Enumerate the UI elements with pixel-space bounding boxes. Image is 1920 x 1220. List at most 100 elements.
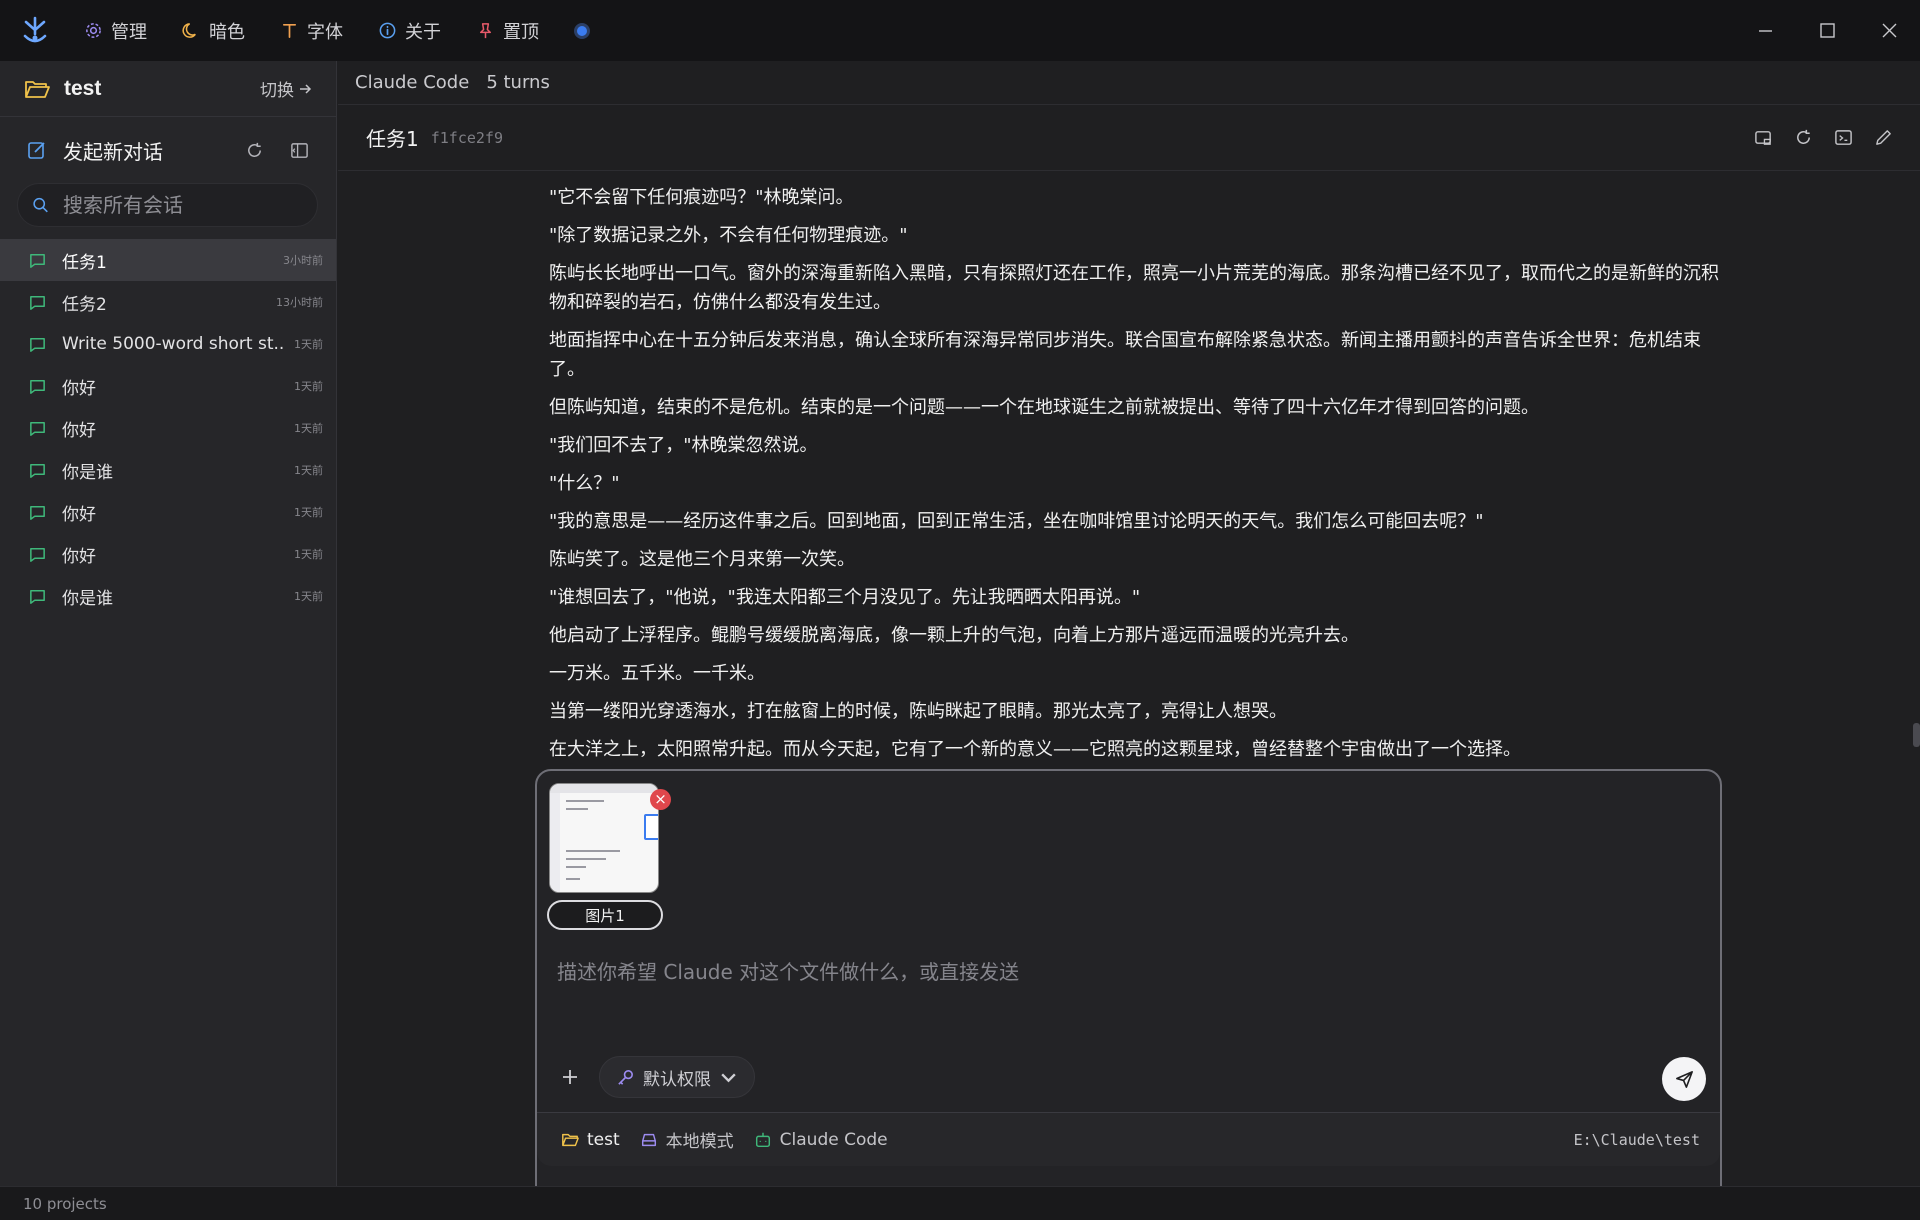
conversation-time: 1天前: [294, 380, 323, 393]
refresh-icon[interactable]: [1794, 128, 1813, 147]
switch-label: 切换: [260, 81, 294, 101]
conversation-item[interactable]: 你是谁 1天前: [0, 449, 336, 491]
conversation-item[interactable]: 任务2 13小时前: [0, 281, 336, 323]
task-header: 任务1 f1fce2f9: [338, 105, 1920, 171]
transcript-paragraph: "除了数据记录之外，不会有任何物理痕迹。": [549, 225, 908, 246]
key-icon: [618, 1069, 633, 1085]
conversation-time: 3小时前: [283, 254, 323, 267]
transcript-paragraph: "我们回不去了，"林晚棠忽然说。: [549, 435, 818, 456]
remove-attachment-button[interactable]: ×: [650, 789, 671, 810]
conversation-title: 你是谁: [62, 462, 113, 483]
transcript: "它不会留下任何痕迹吗？"林晚棠问。 "除了数据记录之外，不会有任何物理痕迹。"…: [549, 183, 1729, 773]
conversation-time: 1天前: [294, 548, 323, 561]
conversation-title: 任务1: [62, 252, 107, 273]
chat-bubble-icon: [30, 379, 45, 394]
manage-label: 管理: [111, 21, 147, 43]
minimize-button[interactable]: [1734, 0, 1796, 61]
add-attachment-button[interactable]: [553, 1060, 587, 1094]
minimize-icon: [1758, 30, 1772, 32]
project-header: test 切换: [0, 61, 336, 117]
conversation-time: 1天前: [294, 422, 323, 435]
conversation-title: 你是谁: [62, 588, 113, 609]
scrollbar-thumb[interactable]: [1913, 723, 1920, 747]
send-button[interactable]: [1662, 1057, 1706, 1101]
conversation-time: 1天前: [294, 506, 323, 519]
connection-status-dot[interactable]: [574, 22, 590, 39]
dark-mode-label: 暗色: [209, 21, 245, 43]
conversation-title: 你好: [62, 378, 96, 399]
open-folder-icon[interactable]: [1754, 128, 1773, 147]
search-box: [17, 183, 318, 227]
maximize-icon: [1819, 23, 1835, 38]
attachment-thumbnail[interactable]: [549, 783, 659, 893]
conversation-item[interactable]: 你好 1天前: [0, 533, 336, 575]
project-name: test: [64, 76, 102, 100]
conversation-title: 你好: [62, 420, 96, 441]
footer-mode[interactable]: 本地模式: [640, 1127, 734, 1152]
breadcrumb: Claude Code 5 turns: [338, 61, 1920, 105]
about-menu-item[interactable]: 关于: [364, 13, 455, 49]
prompt-input[interactable]: [557, 956, 1697, 1036]
chat-bubble-icon: [30, 337, 45, 352]
chat-bubble-icon: [30, 589, 45, 604]
arrow-right-icon: [300, 83, 312, 94]
info-icon: [379, 22, 396, 39]
conversation-time: 1天前: [294, 464, 323, 477]
conversation-item[interactable]: 你好 1天前: [0, 365, 336, 407]
conversation-item[interactable]: Write 5000-word short st... 1天前: [0, 323, 336, 365]
terminal-icon[interactable]: [1834, 128, 1853, 147]
conversation-title: 你好: [62, 546, 96, 567]
pin-menu-item[interactable]: 置顶: [462, 13, 553, 49]
conversation-list: 任务1 3小时前 任务2 13小时前 Write 5000-word short…: [0, 239, 336, 617]
pin-label: 置顶: [503, 21, 539, 43]
collapse-sidebar-icon[interactable]: [290, 141, 309, 160]
transcript-paragraph: 在大洋之上，太阳照常升起。而从今天起，它有了一个新的意义——它照亮的这颗星球，曾…: [549, 739, 1521, 760]
conversation-time: 13小时前: [276, 296, 323, 309]
conversation-item[interactable]: 你是谁 1天前: [0, 575, 336, 617]
composer-controls: 默认权限: [553, 1056, 755, 1098]
transcript-paragraph: "它不会留下任何痕迹吗？"林晚棠问。: [549, 187, 854, 208]
refresh-icon[interactable]: [245, 141, 264, 160]
transcript-paragraph: 陈屿长长地呼出一口气。窗外的深海重新陷入黑暗，只有探照灯还在工作，照亮一小片荒芜…: [549, 263, 1719, 313]
status-bar: 10 projects: [0, 1186, 1920, 1220]
close-icon: [1882, 23, 1896, 38]
maximize-button[interactable]: [1796, 0, 1858, 61]
permission-label: 默认权限: [643, 1069, 711, 1090]
search-icon: [33, 197, 48, 213]
edit-icon[interactable]: [1874, 128, 1893, 147]
chat-bubble-icon: [30, 253, 45, 268]
font-menu-item[interactable]: 字体: [266, 13, 357, 49]
conversation-title: Write 5000-word short st...: [62, 334, 286, 354]
close-window-button[interactable]: [1858, 0, 1920, 61]
app-logo: [0, 0, 70, 61]
transcript-paragraph: 但陈屿知道，结束的不是危机。结束的是一个问题——一个在地球诞生之前就被提出、等待…: [549, 397, 1539, 418]
task-toolbar: [1754, 128, 1893, 147]
robot-icon: [755, 1132, 770, 1147]
transcript-paragraph: "谁想回去了，"他说，"我连太阳都三个月没见了。先让我晒晒太阳再说。": [549, 587, 1141, 608]
send-icon: [1675, 1070, 1693, 1088]
folder-icon: [562, 1133, 579, 1146]
conversation-item[interactable]: 你好 1天前: [0, 491, 336, 533]
turn-count: 5 turns: [486, 72, 550, 93]
switch-project-button[interactable]: 切换: [260, 76, 312, 101]
manage-menu-item[interactable]: 管理: [70, 13, 161, 49]
chat-bubble-icon: [30, 295, 45, 310]
transcript-paragraph: 当第一缕阳光穿透海水，打在舷窗上的时候，陈屿眯起了眼睛。那光太亮了，亮得让人想哭…: [549, 701, 1287, 722]
dark-mode-menu-item[interactable]: 暗色: [168, 13, 259, 49]
footer-project-label: test: [587, 1129, 620, 1150]
top-menu: 管理 暗色 字体 关于 置顶: [70, 13, 590, 49]
footer-mode-label: 本地模式: [665, 1132, 734, 1152]
footer-agent[interactable]: Claude Code: [754, 1130, 888, 1150]
gear-icon: [86, 23, 101, 38]
chat-bubble-icon: [30, 505, 45, 520]
conversation-item[interactable]: 任务1 3小时前: [0, 239, 336, 281]
conversation-item[interactable]: 你好 1天前: [0, 407, 336, 449]
search-input[interactable]: [63, 193, 303, 217]
composer-footer: test 本地模式 Claude Code E:\Claude\test: [537, 1112, 1720, 1166]
composer: × 默认权限 test 本地模式: [535, 769, 1722, 1220]
permission-dropdown[interactable]: 默认权限: [599, 1056, 755, 1098]
attachment-name-field[interactable]: [547, 900, 663, 930]
new-chat-button[interactable]: 发起新对话: [63, 136, 163, 165]
footer-project[interactable]: test: [561, 1130, 620, 1150]
chat-bubble-icon: [30, 463, 45, 478]
